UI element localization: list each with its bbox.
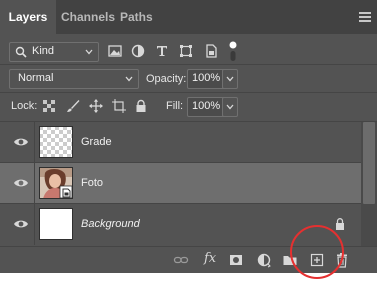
layer-row-grade[interactable]: Grade <box>0 122 361 163</box>
lock-all-icon[interactable] <box>134 99 148 113</box>
layer-thumbnail-white <box>39 208 73 240</box>
divider <box>34 122 35 163</box>
layer-row-foto[interactable]: Foto <box>0 163 361 204</box>
fill-label: Fill: <box>166 100 184 112</box>
visibility-eye-icon[interactable] <box>13 218 29 230</box>
layer-style-icon[interactable]: fx <box>204 251 216 266</box>
chevron-down-icon <box>226 76 234 82</box>
lock-position-icon[interactable] <box>89 99 103 113</box>
search-icon <box>15 46 27 58</box>
fill-dropdown-button[interactable] <box>222 97 238 117</box>
add-mask-icon[interactable] <box>228 252 244 268</box>
smart-object-filter-icon[interactable] <box>203 43 219 59</box>
filter-kind-label: Kind <box>32 45 55 57</box>
layer-name: Foto <box>81 177 104 189</box>
blend-mode-select[interactable]: Normal <box>9 69 139 89</box>
layer-thumbnail-photo <box>39 167 73 199</box>
link-layers-icon[interactable] <box>173 252 189 268</box>
visibility-eye-icon[interactable] <box>13 136 29 148</box>
visibility-eye-icon[interactable] <box>13 177 29 189</box>
opacity-value: 100% <box>192 72 221 84</box>
chevron-down-icon <box>226 104 234 110</box>
image-filter-icon[interactable] <box>107 43 123 59</box>
chevron-down-icon <box>125 76 133 82</box>
layer-name: Background <box>81 218 140 230</box>
layer-name: Grade <box>81 136 112 148</box>
panel-menu-icon[interactable] <box>359 12 371 22</box>
scrollbar-thumb[interactable] <box>363 122 375 204</box>
tab-channels[interactable]: Channels <box>60 0 116 34</box>
lock-label: Lock: <box>11 100 38 112</box>
divider <box>0 92 377 93</box>
filter-kind-select[interactable]: Kind <box>9 42 99 62</box>
tab-paths[interactable]: Paths <box>120 0 153 34</box>
blend-mode-value: Normal <box>18 72 54 84</box>
lock-artboard-icon[interactable] <box>112 99 126 113</box>
chevron-down-icon <box>85 49 93 55</box>
divider <box>34 204 35 245</box>
adjustment-layer-icon[interactable] <box>256 252 272 268</box>
type-filter-icon[interactable] <box>154 43 170 59</box>
lock-transparent-pixels-icon[interactable] <box>42 99 56 113</box>
adjustment-filter-icon[interactable] <box>130 43 146 59</box>
layer-thumbnail-transparent <box>39 126 73 158</box>
fill-value: 100% <box>192 100 221 112</box>
filter-toggle-icon[interactable] <box>229 40 237 62</box>
lock-icon[interactable] <box>334 217 346 231</box>
panel-tab-bar: Layers Channels Paths <box>0 0 377 34</box>
lock-image-pixels-icon[interactable] <box>66 99 80 113</box>
opacity-dropdown-button[interactable] <box>222 69 238 89</box>
shape-filter-icon[interactable] <box>178 43 194 59</box>
opacity-label: Opacity: <box>146 73 187 85</box>
divider <box>0 64 377 65</box>
highlight-annotation-circle <box>290 225 344 279</box>
layers-scrollbar[interactable] <box>361 122 377 246</box>
divider <box>34 163 35 204</box>
tab-layers[interactable]: Layers <box>0 0 56 34</box>
